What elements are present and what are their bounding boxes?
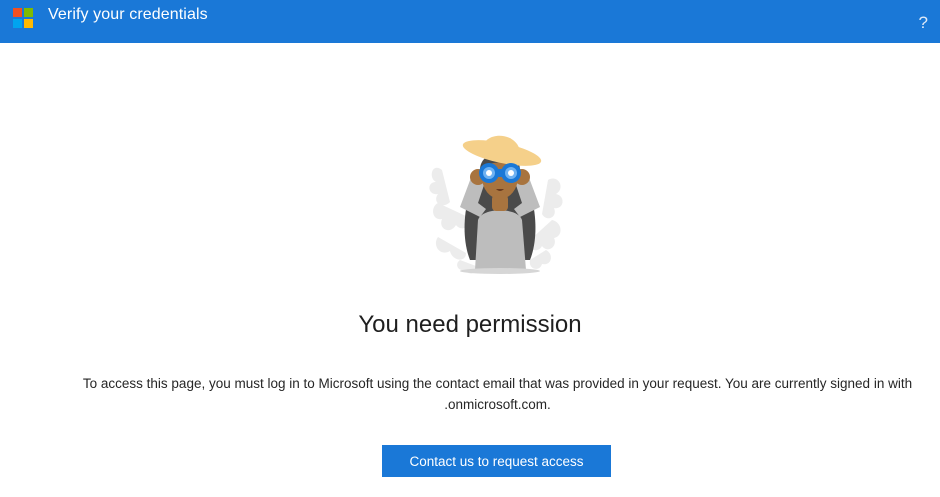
microsoft-logo-icon — [13, 8, 33, 28]
page-title: You need permission — [358, 311, 582, 338]
top-header-bar: Verify your credentials ? — [0, 0, 940, 43]
woman-with-binoculars-icon — [429, 135, 563, 274]
message-line-2: .onmicrosoft.com. — [444, 397, 551, 412]
header-title: Verify your credentials — [48, 6, 208, 23]
question-mark-icon[interactable]: ? — [919, 13, 928, 33]
message-line-1: To access this page, you must log in to … — [82, 376, 913, 391]
permission-message: To access this page, you must log in to … — [60, 373, 935, 415]
request-access-button[interactable]: Contact us to request access — [382, 445, 611, 477]
